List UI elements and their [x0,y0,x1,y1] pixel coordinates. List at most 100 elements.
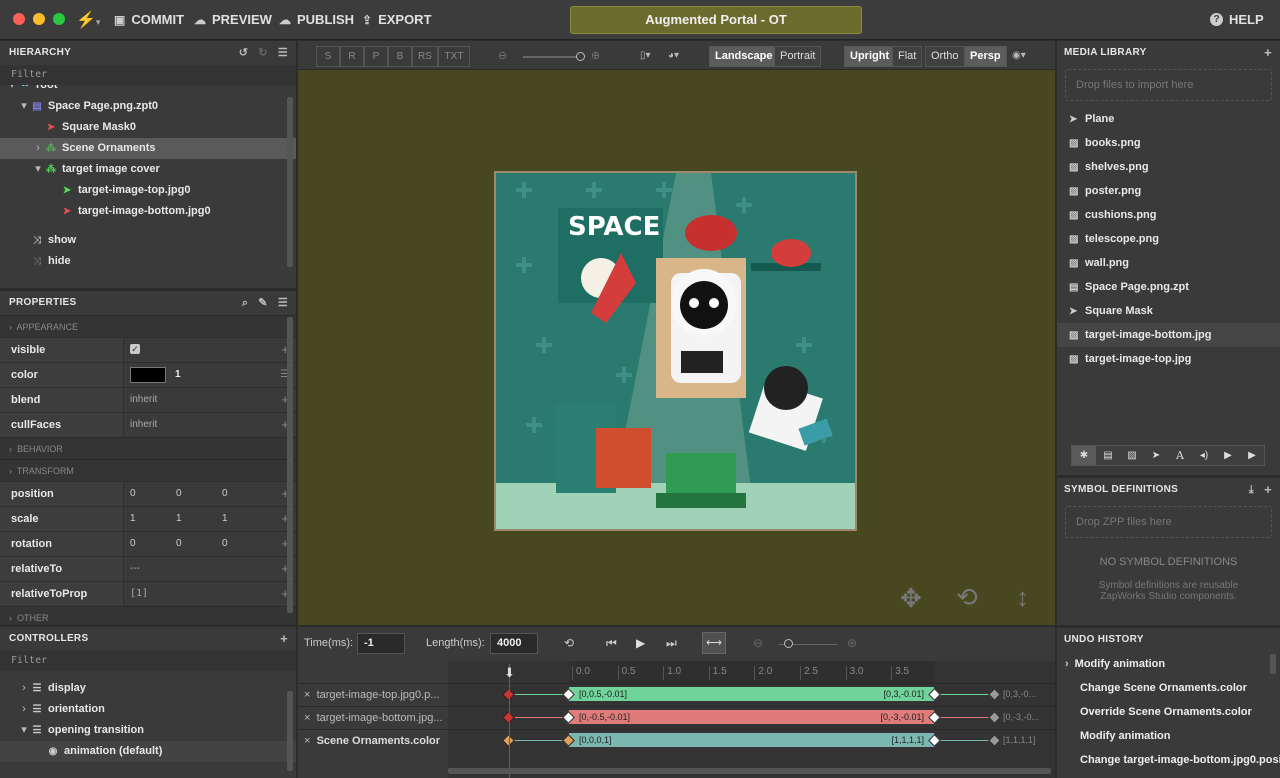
controller-display[interactable]: › ☰ display [0,678,296,699]
close-window-button[interactable] [13,13,25,25]
visible-checkbox[interactable]: ✓ [130,344,140,354]
media-item-space-page[interactable]: ▤ Space Page.png.zpt [1057,275,1280,299]
track-segment[interactable]: [0,0.5,-0.01] [0,3,-0.01] [569,687,934,701]
undo-item-4[interactable]: Change target-image-bottom.jpg0.positi [1057,748,1280,772]
publish-button[interactable]: ☁ PUBLISH [279,12,354,27]
skip-forward-icon[interactable]: ⏭ [666,636,677,651]
undo-item-3[interactable]: Modify animation [1057,724,1280,748]
tree-item-root[interactable]: ▾ ▪▪ root [0,85,296,96]
tree-item-show[interactable]: ⤨ show [0,230,296,251]
flat-button[interactable]: Flat [892,46,923,67]
tree-item-target-image-cover[interactable]: ▾ ⁂ target image cover [0,159,296,180]
remove-track-icon[interactable]: × [304,712,310,724]
menu-icon[interactable]: ☰ [278,41,288,65]
symbol-drop-zone[interactable]: Drop ZPP files here [1065,506,1272,538]
upright-button[interactable]: Upright [844,46,896,67]
blend-select[interactable]: inherit [130,388,157,412]
tool-b-button[interactable]: B [388,46,412,67]
tree-item-target-image-bottom[interactable]: ➤ target-image-bottom.jpg0 [0,201,296,222]
cullfaces-select[interactable]: inherit [130,413,157,437]
ortho-button[interactable]: Ortho [925,46,965,67]
edit-icon[interactable]: ✎ [258,291,268,315]
position-x[interactable]: 0 [130,482,136,506]
zoom-slider-handle[interactable] [576,52,585,61]
tree-item-target-image-top[interactable]: ➤ target-image-top.jpg0 [0,180,296,201]
play-icon[interactable]: ▶ [636,636,645,650]
relativetoprop-value[interactable]: [1] [130,582,148,606]
controllers-scrollbar[interactable] [287,691,293,771]
section-other[interactable]: › OTHER [0,606,296,625]
rotate-gizmo-icon[interactable]: ⟲ [956,582,978,613]
undo-item-0[interactable]: › Modify animation [1057,652,1280,676]
audio-icon[interactable]: ◂) [1192,446,1216,465]
timeline-zoom-handle[interactable] [784,639,793,648]
portrait-button[interactable]: Portrait [774,46,822,67]
search-icon[interactable]: ⌕ [242,291,248,315]
media-item-target-image-top[interactable]: ▨ target-image-top.jpg [1057,347,1280,371]
preview-button[interactable]: ☁ PREVIEW [194,12,272,27]
position-y[interactable]: 0 [176,482,182,506]
length-input[interactable]: 4000 [490,633,538,654]
rotation-z[interactable]: 0 [222,532,228,556]
menu-icon[interactable]: ☰ [278,291,288,315]
undo-item-2[interactable]: Override Scene Ornaments.color [1057,700,1280,724]
tree-item-space-page[interactable]: ▾ ▤ Space Page.png.zpt0 [0,96,296,117]
remove-track-icon[interactable]: × [304,689,310,701]
download-icon[interactable]: ⤓ [1249,478,1254,502]
controller-animation-default[interactable]: ◉ animation (default) [0,741,296,762]
redo-icon[interactable]: ↻ [258,41,268,65]
media-item-books[interactable]: ▨ books.png [1057,131,1280,155]
scale-z[interactable]: 1 [222,507,228,531]
zoom-window-button[interactable] [53,13,65,25]
device-icon[interactable]: ▯▾ [640,50,651,61]
minimize-window-button[interactable] [33,13,45,25]
export-button[interactable]: ⇪ EXPORT [362,12,432,27]
remove-track-icon[interactable]: × [304,735,310,747]
playhead-handle[interactable]: ⬇ [504,665,515,681]
all-icon[interactable]: ✱ [1072,446,1096,465]
tool-rs-button[interactable]: RS [412,46,438,67]
hierarchy-scrollbar[interactable] [287,97,293,267]
tool-p-button[interactable]: P [364,46,388,67]
media-item-target-image-bottom[interactable]: ▨ target-image-bottom.jpg [1057,323,1280,347]
media-item-square-mask[interactable]: ➤ Square Mask [1057,299,1280,323]
add-icon[interactable]: + [280,627,288,651]
section-behavior[interactable]: › BEHAVIOR [0,437,296,459]
track-segment[interactable]: [0,0,0,1] [1,1,1,1] [569,733,934,747]
commit-button[interactable]: ▣ COMMIT [114,12,184,27]
rotation-y[interactable]: 0 [176,532,182,556]
zapworks-logo-icon[interactable]: ⚡▾ [76,10,100,30]
visibility-icon[interactable]: ◉▾ [1012,50,1026,61]
font-icon[interactable]: A [1168,446,1192,465]
section-appearance[interactable]: › APPEARANCE [0,315,296,337]
scale-x[interactable]: 1 [130,507,136,531]
color-swatch[interactable] [130,367,166,383]
relativeto-select[interactable]: --- [130,557,140,581]
zoom-slider[interactable] [523,56,581,58]
time-input[interactable]: -1 [357,633,405,654]
controller-orientation[interactable]: › ☰ orientation [0,699,296,720]
media-item-poster[interactable]: ▨ poster.png [1057,179,1280,203]
media-item-wall[interactable]: ▨ wall.png [1057,251,1280,275]
tree-item-hide[interactable]: ⤨ hide [0,251,296,272]
tool-s-button[interactable]: S [316,46,340,67]
zoom-in-icon[interactable]: ⊕ [847,636,857,650]
landscape-button[interactable]: Landscape [709,46,779,67]
tree-item-square-mask[interactable]: ➤ Square Mask0 [0,117,296,138]
undo-scrollbar[interactable] [1270,654,1276,674]
image-icon[interactable]: ▨ [1120,446,1144,465]
scene-viewport[interactable]: SPACE ✥ ⟲ ↕ [298,70,1055,625]
media-item-telescope[interactable]: ▨ telescope.png [1057,227,1280,251]
tool-r-button[interactable]: R [340,46,364,67]
add-icon[interactable]: + [1264,41,1272,65]
zoom-in-icon[interactable]: ⊕ [591,49,600,62]
controller-opening-transition[interactable]: ▾ ☰ opening transition [0,720,296,741]
help-button[interactable]: ? HELP [1210,12,1264,27]
controllers-filter-input[interactable]: Filter [0,651,296,671]
move-gizmo-icon[interactable]: ✥ [900,583,922,614]
media-item-shelves[interactable]: ▨ shelves.png [1057,155,1280,179]
tool-txt-button[interactable]: TXT [438,46,470,67]
model-icon[interactable]: ▶ [1240,446,1264,465]
globe-icon[interactable]: ◕▾ [668,50,679,61]
position-z[interactable]: 0 [222,482,228,506]
